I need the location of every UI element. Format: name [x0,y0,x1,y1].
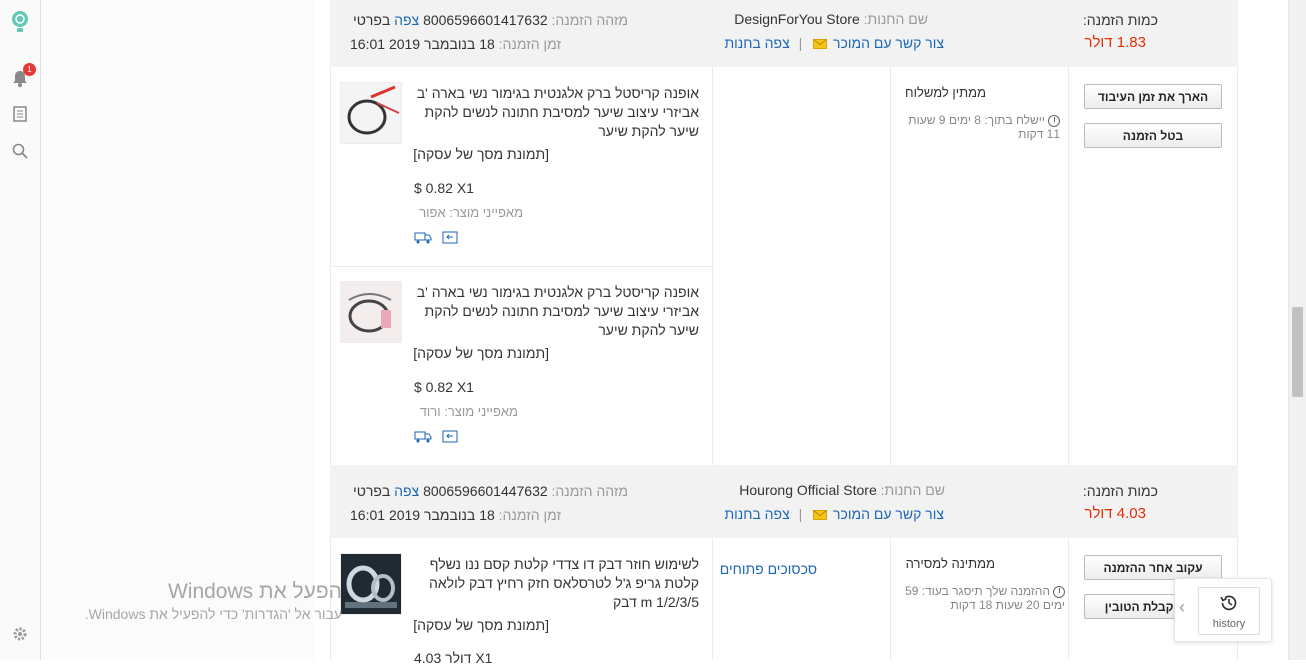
settings-gear-icon[interactable] [10,624,30,644]
store-links: צור קשר עם המוכר | צפה בחנות [724,506,944,522]
extend-processing-time-button[interactable]: הארך את זמן העיבוד [1084,84,1222,109]
order-status: ממתינה למסירה [905,556,995,571]
order-amount-label: כמות הזמנה: [1082,483,1158,499]
clock-icon [1053,585,1065,598]
product-title[interactable]: לשימוש חוזר דבק דו צדדי קלטת קסם ננו נשל… [414,555,699,612]
product-attributes: מאפייני מוצר: ורוד [419,404,518,419]
transaction-screenshot-link[interactable]: [תמונת מסך של עסקה] [413,146,549,162]
return-icon[interactable] [442,231,458,244]
envelope-icon[interactable] [813,510,828,521]
product-price: $ 0.82 X1 [414,379,474,395]
store-name-label: שם החנות: [880,482,945,498]
grid-line [330,266,712,267]
history-label: history [1212,618,1246,630]
view-store-link[interactable]: צפה בחנות [724,506,789,522]
grid-line [1237,67,1238,465]
order-time-line: זמן הזמנה: 18 בנובמבר 2019 16:01 [350,36,561,52]
grid-line [1068,538,1069,660]
details-label: בפרטי [353,12,391,28]
track-order-button[interactable]: עקוב אחר ההזמנה [1084,555,1222,580]
scrollbar[interactable] [1288,0,1306,660]
history-widget[interactable]: ‹ history [1174,578,1272,642]
product-price: $ 0.82 X1 [414,180,474,196]
store-name-value[interactable]: DesignForYou Store [734,11,860,27]
order-amount-value: 1.83 דולר [1084,34,1146,51]
left-sidebar: 1 [0,0,41,660]
windows-activation-subtitle: עבור אל 'הגדרות' כדי להפעיל את Windows. [84,606,342,622]
search-icon[interactable] [10,141,30,161]
order-time-value: 18 בנובמבר 2019 16:01 [350,507,495,523]
windows-activation-title: הפעל את Windows [167,580,342,603]
clock-icon [1048,114,1060,127]
product-action-icons [414,231,458,249]
history-clock-icon [1220,595,1237,611]
product-action-icons [414,430,458,448]
separator: | [798,35,803,51]
order-status: ממתין למשלוח [905,85,986,100]
bell-icon[interactable]: 1 [10,63,36,88]
store-links: צור קשר עם המוכר | צפה בחנות [724,35,944,51]
product-image[interactable] [340,82,402,144]
open-disputes-link[interactable]: סכסוכים פתוחים [720,561,817,577]
return-icon[interactable] [442,430,458,443]
notification-badge: 1 [23,63,36,76]
store-name-label: שם החנות: [863,11,928,27]
store-name-value[interactable]: Hourong Official Store [739,482,876,498]
order-timer: ההזמנה שלך תיסגר בעוד: 59 ימים 20 שעות 1… [900,584,1065,612]
grid-line [890,538,891,660]
view-store-link[interactable]: צפה בחנות [724,35,789,51]
product-price: 4.03 דולר X1 [414,650,493,666]
product-title[interactable]: אופנה קריסטל ברק אלגנטית בגימור נשי בארה… [414,84,699,141]
details-label: בפרטי [353,483,391,499]
chevron-left-icon[interactable]: ‹ [1179,597,1185,618]
view-details-link[interactable]: צפה [394,12,419,28]
contact-seller-link[interactable]: צור קשר עם המוכר [833,35,944,51]
document-icon[interactable] [10,104,30,124]
grid-line [890,67,891,465]
scrollbar-thumb[interactable] [1292,307,1303,397]
order-id-line: מזהה הזמנה: 8006596601417632 צפה בפרטי [353,12,628,28]
view-details-link[interactable]: צפה [394,483,419,499]
timer-text: ההזמנה שלך תיסגר בעוד: 59 ימים 20 שעות 1… [905,584,1065,612]
contact-seller-link[interactable]: צור קשר עם המוכר [833,506,944,522]
order-amount-label: כמות הזמנה: [1082,12,1158,28]
order-id-value: 8006596601447632 [423,483,548,499]
shipping-truck-icon[interactable] [414,231,432,244]
timer-text: יישלח בתוך: 8 ימים 9 שעות 11 דקות [908,113,1060,141]
order-time-value: 18 בנובמבר 2019 16:01 [350,36,495,52]
transaction-screenshot-link[interactable]: [תמונת מסך של עסקה] [413,617,549,633]
grid-line [712,67,713,465]
store-name-line: שם החנות: DesignForYou Store [734,11,928,27]
order-id-label: מזהה הזמנה: [551,483,628,499]
history-button[interactable]: history [1198,587,1260,635]
cancel-order-button[interactable]: בטל הזמנה [1084,123,1222,148]
product-image[interactable] [340,281,402,343]
transaction-screenshot-link[interactable]: [תמונת מסך של עסקה] [413,345,549,361]
order-amount-value: 4.03 דולר [1084,505,1146,522]
order-id-value: 8006596601417632 [423,12,548,28]
order-time-label: זמן הזמנה: [498,507,561,523]
order-time-line: זמן הזמנה: 18 בנובמבר 2019 16:01 [350,507,561,523]
product-image[interactable] [340,553,402,615]
envelope-icon[interactable] [813,39,828,50]
grid-line [1068,67,1069,465]
order-header [330,465,1238,538]
shipping-truck-icon[interactable] [414,430,432,443]
product-title[interactable]: אופנה קריסטל ברק אלגנטית בגימור נשי בארה… [414,283,699,340]
order-time-label: זמן הזמנה: [498,36,561,52]
separator: | [798,506,803,522]
grid-line [712,538,713,660]
order-timer: יישלח בתוך: 8 ימים 9 שעות 11 דקות [900,113,1060,141]
bulb-logo-icon[interactable] [10,11,30,32]
store-name-line: שם החנות: Hourong Official Store [739,482,945,498]
order-id-line: מזהה הזמנה: 8006596601447632 צפה בפרטי [353,483,628,499]
order-id-label: מזהה הזמנה: [551,12,628,28]
product-attributes: מאפייני מוצר: אפור [419,205,523,220]
